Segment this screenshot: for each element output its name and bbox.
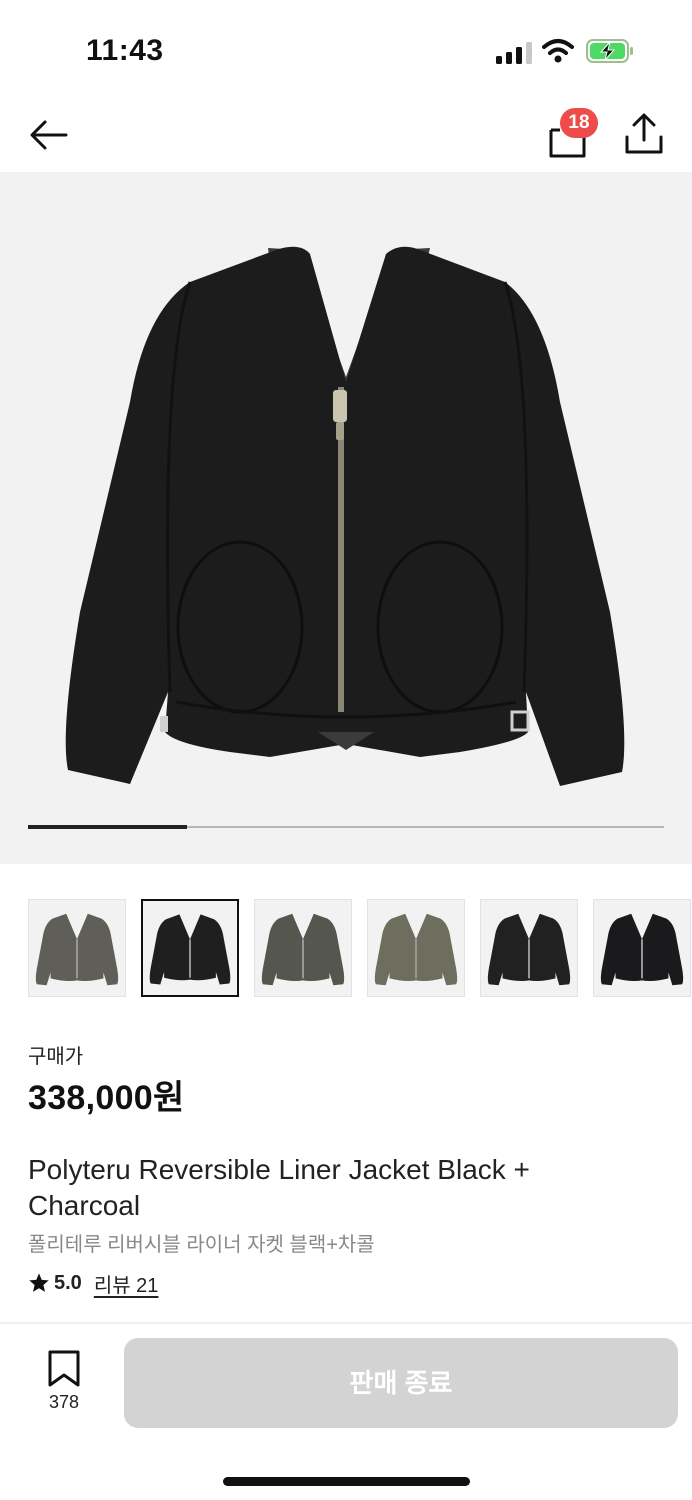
thumbnail-jacket-image — [149, 914, 231, 985]
rating-row: 5.0 리뷰 21 — [28, 1268, 158, 1298]
bookmark-count: 378 — [48, 1392, 80, 1412]
review-link[interactable]: 리뷰 21 — [94, 1269, 159, 1298]
battery-charging-icon — [586, 39, 633, 63]
thumbnail-1[interactable] — [28, 899, 126, 997]
cart-count-badge: 18 — [560, 108, 598, 138]
price-value: 338,000원 — [28, 1079, 185, 1117]
thumbnail-3[interactable] — [254, 899, 352, 997]
carousel-progress-indicator — [28, 825, 187, 829]
back-arrow-icon[interactable] — [26, 112, 72, 158]
cellular-signal-icon — [496, 42, 532, 64]
home-indicator — [223, 1477, 470, 1486]
thumbnail-jacket-image — [487, 913, 571, 986]
sold-out-button[interactable]: 판매 종료 — [124, 1338, 678, 1428]
thumbnail-jacket-image — [35, 913, 119, 986]
thumbnail-jacket-image — [261, 913, 345, 986]
thumbnail-jacket-image — [600, 913, 684, 986]
product-subtitle-korean: 폴리테루 리버시블 라이너 자켓 블랙+차콜 — [28, 1234, 375, 1256]
wifi-icon — [542, 39, 574, 63]
share-icon[interactable] — [622, 110, 666, 158]
status-time: 11:43 — [86, 34, 164, 67]
status-bar: 11:43 — [0, 0, 692, 100]
thumbnail-strip[interactable] — [28, 899, 692, 997]
navigation-bar: 18 — [0, 100, 692, 172]
thumbnail-2[interactable] — [141, 899, 239, 997]
divider — [0, 1322, 692, 1324]
product-image-carousel[interactable] — [0, 172, 692, 864]
bookmark-button[interactable]: 378 — [36, 1350, 92, 1416]
bookmark-icon — [48, 1350, 80, 1387]
product-title: Polyteru Reversible Liner Jacket Black +… — [28, 1154, 530, 1221]
rating-value: 5.0 — [54, 1271, 82, 1294]
price-label: 구매가 — [28, 1046, 84, 1068]
star-icon — [29, 1273, 49, 1292]
thumbnail-4[interactable] — [367, 899, 465, 997]
thumbnail-6[interactable] — [593, 899, 691, 997]
thumbnail-5[interactable] — [480, 899, 578, 997]
product-main-image — [65, 246, 625, 787]
thumbnail-jacket-image — [374, 913, 458, 986]
